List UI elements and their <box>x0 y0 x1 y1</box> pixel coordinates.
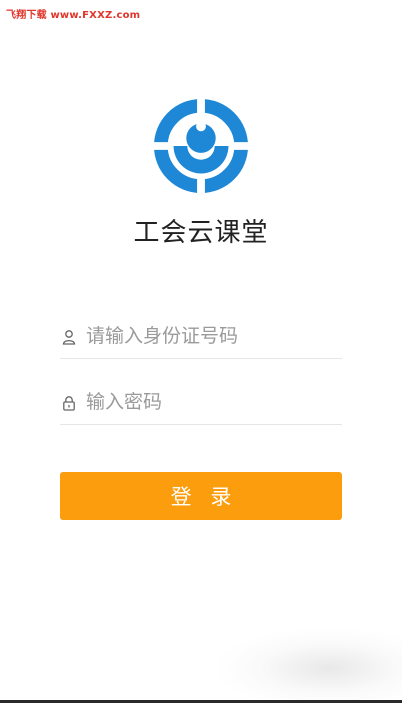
background-smudge <box>220 630 402 700</box>
app-title: 工会云课堂 <box>133 218 269 248</box>
app-logo-icon <box>152 97 250 195</box>
user-icon <box>62 330 76 345</box>
login-button[interactable]: 登 录 <box>60 472 342 520</box>
password-input[interactable] <box>86 384 336 420</box>
lock-icon <box>63 396 75 411</box>
id-number-field <box>60 314 342 359</box>
password-field <box>60 380 342 425</box>
id-number-input[interactable] <box>86 318 336 354</box>
watermark-text: 飞翔下载 www.FXXZ.com <box>6 10 141 21</box>
